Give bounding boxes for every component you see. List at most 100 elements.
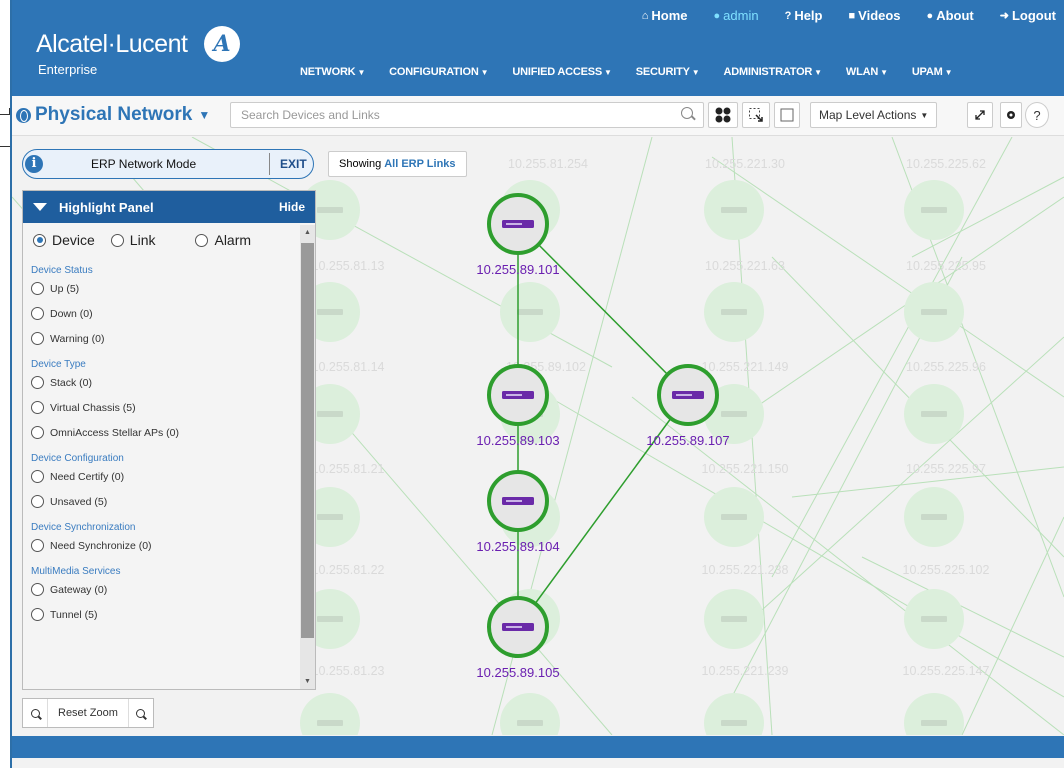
search-icon[interactable] bbox=[681, 107, 693, 119]
map-level-actions-dropdown[interactable]: Map Level Actions ▼ bbox=[810, 102, 938, 128]
nav-upam[interactable]: UPAM ▼ bbox=[912, 66, 953, 78]
gear-icon bbox=[1007, 111, 1015, 119]
highlight-option[interactable]: Up (5) bbox=[23, 276, 299, 301]
view-selector[interactable]: Physical Network ▼ bbox=[16, 104, 210, 126]
highlight-option[interactable]: Stack (0) bbox=[23, 370, 299, 395]
nav-unified-access[interactable]: UNIFIED ACCESS ▼ bbox=[512, 66, 612, 78]
radio-selected[interactable] bbox=[33, 233, 46, 247]
radio[interactable] bbox=[31, 376, 44, 389]
highlight-option-label: Up (5) bbox=[50, 282, 80, 295]
highlight-option-label: Unsaved (5) bbox=[50, 495, 108, 508]
about-link[interactable]: ● About bbox=[927, 8, 974, 23]
switch-icon bbox=[921, 720, 947, 726]
help-link[interactable]: ? Help bbox=[785, 8, 823, 23]
nav-wlan[interactable]: WLAN ▼ bbox=[846, 66, 888, 78]
highlight-option[interactable]: Gateway (0) bbox=[23, 577, 299, 602]
tab-alarm[interactable]: Alarm bbox=[195, 232, 251, 248]
hide-panel-button[interactable]: Hide bbox=[279, 200, 305, 214]
switch-icon bbox=[317, 616, 343, 622]
home-link[interactable]: ⌂ Home bbox=[642, 8, 688, 23]
videos-link[interactable]: ■ Videos bbox=[848, 8, 900, 23]
device-group-button[interactable] bbox=[708, 102, 738, 128]
inactive-device-node[interactable] bbox=[704, 693, 764, 735]
background-link bbox=[771, 137, 1013, 578]
erp-links-filter[interactable]: Showing All ERP Links bbox=[328, 151, 467, 177]
settings-button[interactable] bbox=[1000, 102, 1022, 128]
switch-icon bbox=[921, 207, 947, 213]
highlight-option-label: Stack (0) bbox=[50, 376, 93, 389]
device-ip-label[interactable]: 10.255.89.105 bbox=[476, 665, 559, 680]
nav-security[interactable]: SECURITY ▼ bbox=[636, 66, 700, 78]
highlight-option[interactable]: Unsaved (5) bbox=[23, 489, 299, 514]
help-icon: ? bbox=[784, 9, 792, 22]
background-link bbox=[531, 386, 1064, 698]
highlight-options: Device Status Up (5) Down (0) Warning (0) De… bbox=[23, 257, 299, 689]
tab-link[interactable]: Link bbox=[110, 232, 155, 248]
logout-link-label: Logout bbox=[1011, 8, 1056, 23]
nav-configuration[interactable]: CONFIGURATION ▼ bbox=[389, 66, 488, 78]
radio[interactable] bbox=[31, 332, 44, 345]
highlight-option[interactable]: Virtual Chassis (5) bbox=[23, 395, 299, 420]
zoom-out-button[interactable] bbox=[23, 699, 47, 727]
highlight-option[interactable]: OmniAccess Stellar APs (0) bbox=[23, 420, 299, 445]
expand-button[interactable] bbox=[967, 102, 993, 128]
highlight-option[interactable]: Need Certify (0) bbox=[23, 464, 299, 489]
highlight-option[interactable]: Need Synchronize (0) bbox=[23, 533, 299, 558]
switch-icon bbox=[317, 309, 343, 315]
switch-icon bbox=[517, 720, 543, 726]
radio[interactable] bbox=[31, 608, 44, 621]
switch-icon bbox=[921, 411, 947, 417]
about-link-label: About bbox=[936, 8, 974, 23]
radio[interactable] bbox=[31, 307, 44, 320]
header-bar: Alcatel·Lucent A Enterprise ⌂ Home ● admin… bbox=[12, 0, 1064, 96]
radio[interactable] bbox=[31, 539, 44, 552]
highlight-panel: Highlight Panel Hide Device Link Alarm D… bbox=[22, 190, 316, 690]
inactive-device-label: 10.255.221.149 bbox=[702, 360, 789, 374]
tab-device[interactable]: Device bbox=[33, 232, 95, 248]
page-title: Physical Network bbox=[35, 104, 193, 125]
inactive-device-node[interactable] bbox=[904, 693, 964, 735]
magnifier-icon bbox=[136, 708, 146, 718]
highlight-option-label: OmniAccess Stellar APs (0) bbox=[50, 426, 179, 439]
radio[interactable] bbox=[195, 233, 209, 247]
scrollbar[interactable]: ▲ ▼ bbox=[300, 225, 315, 689]
switch-icon bbox=[921, 309, 947, 315]
inactive-device-node[interactable] bbox=[300, 693, 360, 735]
scroll-down-icon[interactable]: ▼ bbox=[304, 678, 311, 685]
help-button[interactable]: ? bbox=[1025, 102, 1049, 128]
device-ip-label[interactable]: 10.255.89.101 bbox=[476, 262, 559, 277]
highlight-option[interactable]: Warning (0) bbox=[23, 326, 299, 351]
radio[interactable] bbox=[31, 401, 44, 414]
radio[interactable] bbox=[110, 233, 124, 247]
scrollbar-thumb[interactable] bbox=[301, 243, 314, 638]
zoom-in-button[interactable] bbox=[129, 699, 153, 727]
select-area-button[interactable] bbox=[742, 102, 770, 128]
select-all-checkbox[interactable] bbox=[774, 102, 800, 128]
search-input[interactable]: Search Devices and Links bbox=[230, 102, 704, 128]
inactive-device-node[interactable] bbox=[500, 693, 560, 735]
nav-network[interactable]: NETWORK ▼ bbox=[300, 66, 365, 78]
radio[interactable] bbox=[31, 495, 44, 508]
reset-zoom-button[interactable]: Reset Zoom bbox=[47, 699, 129, 727]
checkbox-icon bbox=[780, 108, 794, 122]
radio[interactable] bbox=[31, 470, 44, 483]
inactive-device-label: 10.255.225.102 bbox=[903, 563, 990, 577]
help-link-label: Help bbox=[794, 8, 823, 23]
radio[interactable] bbox=[31, 282, 44, 295]
erp-exit-button[interactable]: EXIT bbox=[280, 157, 307, 171]
radio[interactable] bbox=[31, 426, 44, 439]
highlight-option[interactable]: Tunnel (5) bbox=[23, 602, 299, 627]
chevron-down-icon: ▼ bbox=[944, 68, 953, 77]
switch-icon bbox=[317, 514, 343, 520]
device-ip-label[interactable]: 10.255.89.104 bbox=[476, 539, 559, 554]
scroll-up-icon[interactable]: ▲ bbox=[304, 229, 311, 236]
chevron-down-icon: ▼ bbox=[691, 68, 700, 77]
nav-administrator[interactable]: ADMINISTRATOR ▼ bbox=[724, 66, 823, 78]
radio[interactable] bbox=[31, 583, 44, 596]
user-link[interactable]: ● admin bbox=[714, 8, 759, 23]
highlight-option[interactable]: Down (0) bbox=[23, 301, 299, 326]
device-ip-label[interactable]: 10.255.89.103 bbox=[476, 433, 559, 448]
device-ip-label[interactable]: 10.255.89.107 bbox=[646, 433, 729, 448]
logout-link[interactable]: ➜ Logout bbox=[1000, 8, 1056, 23]
inactive-device-label: 10.255.225.96 bbox=[906, 360, 986, 374]
